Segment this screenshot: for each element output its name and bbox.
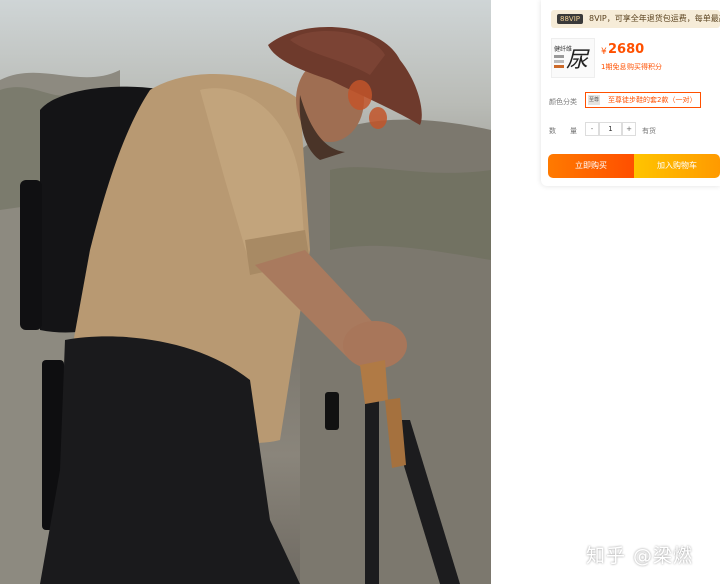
product-photo[interactable] (0, 0, 491, 584)
qty-plus-button[interactable]: + (622, 122, 636, 136)
color-label: 颜色分类 (549, 98, 577, 106)
thumbnail-bar (554, 65, 564, 68)
buy-now-button[interactable]: 立即购买 (548, 154, 634, 178)
watermark: 知乎 @梁燃 (586, 545, 694, 567)
thumbnail-bar (554, 55, 564, 58)
hiker-illustration (0, 26, 491, 584)
stock-status: 有货 (642, 127, 656, 135)
color-option-selected[interactable]: 至尊 至尊徒步鞋的套2款（一对） (585, 92, 701, 108)
vip-banner-text: 8VIP，可享全年退货包运费，每单最高! (589, 14, 720, 23)
qty-label-1: 数 (549, 127, 556, 135)
color-swatch: 至尊 (588, 95, 600, 105)
vip-banner[interactable]: 88VIP 8VIP，可享全年退货包运费，每单最高! (551, 10, 720, 28)
add-to-cart-button[interactable]: 加入购物车 (634, 154, 720, 178)
points-text: 购买得积分 (627, 63, 662, 71)
qty-minus-button[interactable]: - (585, 122, 599, 136)
thumbnail-bar (554, 60, 564, 63)
color-option-label: 至尊徒步鞋的套2款（一对） (608, 96, 697, 104)
installment-text[interactable]: 1期免息 (601, 62, 626, 72)
price-amount: 2680 (608, 42, 645, 57)
thumbnail-signature: 尿 (566, 48, 589, 73)
vip-badge: 88VIP (557, 14, 583, 24)
qty-label-2: 量 (570, 127, 577, 135)
product-thumbnail[interactable]: 健纤维 尿 (551, 38, 595, 78)
price-currency: ¥ (601, 47, 607, 57)
qty-input[interactable]: 1 (599, 122, 622, 136)
